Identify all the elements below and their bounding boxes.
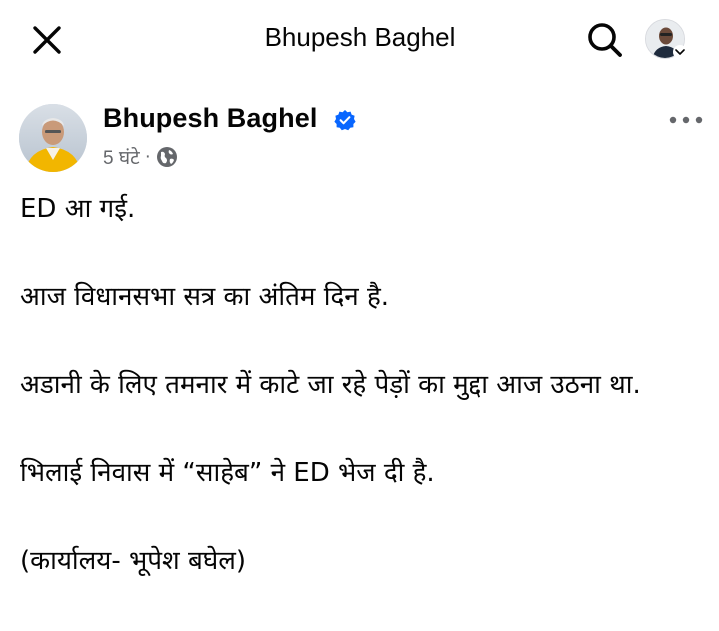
more-options-button[interactable] — [666, 108, 706, 132]
post-paragraph: आज विधानसभा सत्र का अंतिम दिन है. — [20, 282, 390, 312]
post-header: Bhupesh Baghel 5 घंटे · — [0, 100, 719, 180]
globe-icon[interactable] — [156, 146, 178, 168]
more-icon — [669, 116, 703, 124]
post-meta: 5 घंटे · — [103, 144, 178, 170]
post-paragraph: भिलाई निवास में “साहेब” ने ED भेज दी है. — [20, 458, 435, 488]
search-icon — [588, 23, 622, 57]
close-icon — [33, 26, 61, 54]
page-title: Bhupesh Baghel — [264, 22, 456, 52]
top-bar: Bhupesh Baghel — [0, 0, 719, 78]
post-paragraph: अडानी के लिए तमनार में काटे जा रहे पेड़ो… — [20, 370, 641, 400]
meta-separator: · — [144, 146, 151, 167]
search-button[interactable] — [583, 18, 627, 62]
post-paragraph: (कार्यालय- भूपेश बघेल) — [20, 546, 246, 576]
post-paragraph: ED आ गई. — [20, 194, 136, 224]
author-name[interactable]: Bhupesh Baghel — [103, 103, 317, 134]
post-time[interactable]: 5 घंटे — [103, 144, 140, 170]
chevron-down-icon — [673, 45, 687, 59]
profile-menu-button[interactable] — [643, 17, 689, 63]
verified-badge-icon[interactable] — [334, 109, 356, 131]
author-avatar[interactable] — [19, 104, 87, 172]
close-button[interactable] — [26, 19, 68, 61]
post-text: ED आ गई. आज विधानसभा सत्र का अंतिम दिन ह… — [20, 190, 710, 630]
